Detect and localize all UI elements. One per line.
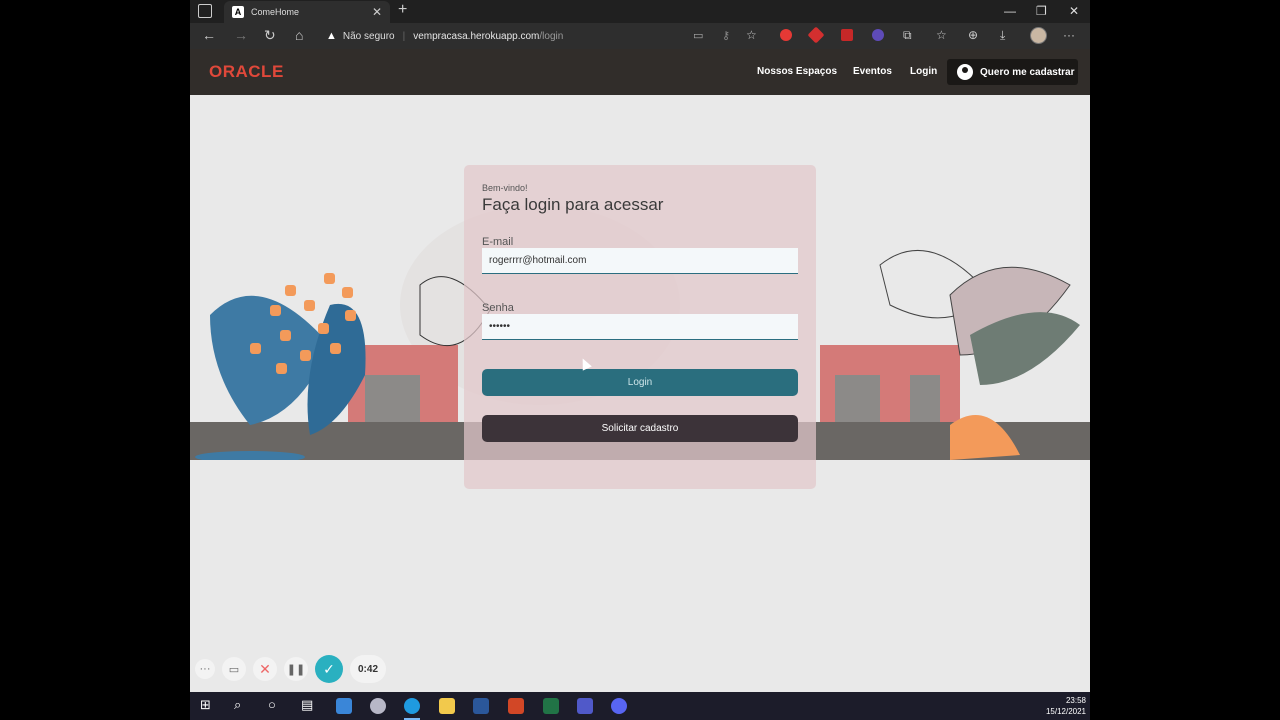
favorite-add-icon[interactable]: ☆ — [746, 28, 757, 42]
task-view-icon[interactable]: ▤ — [301, 697, 313, 713]
recorder-pause-button[interactable]: ❚❚ — [284, 657, 308, 681]
recorder-controls: ··· ▭ ✕ ❚❚ ✓ 0:42 — [195, 655, 386, 683]
taskbar-clock[interactable]: 23:58 15/12/2021 — [1046, 695, 1086, 717]
site-header: ORACLE Nossos Espaços Eventos Login Quer… — [190, 49, 1090, 95]
password-field[interactable]: •••••• — [482, 314, 798, 340]
tab-comehome[interactable]: A ComeHome ✕ — [224, 1, 390, 23]
extension-badge-icon[interactable] — [841, 29, 853, 41]
forward-icon[interactable]: → — [234, 27, 248, 43]
windows-start-icon[interactable]: ⊞ — [200, 697, 211, 713]
extensions-icon[interactable]: ⧉ — [903, 28, 912, 43]
favorites-icon[interactable]: ☆ — [936, 28, 947, 42]
discord-icon[interactable] — [611, 698, 627, 714]
signup-label: Quero me cadastrar — [980, 66, 1075, 78]
restore-button[interactable]: ❐ — [1036, 4, 1047, 18]
signup-button[interactable]: Quero me cadastrar — [947, 59, 1078, 85]
close-window-button[interactable]: ✕ — [1069, 4, 1079, 18]
word-icon[interactable] — [473, 698, 489, 714]
tab-title: ComeHome — [251, 7, 300, 17]
key-icon[interactable]: ⚷ — [722, 29, 730, 42]
downloads-icon[interactable]: ⤓ — [1000, 28, 1005, 43]
more-options-icon[interactable]: ··· — [1063, 28, 1075, 42]
url-host: vempracasa.herokuapp.com — [413, 30, 540, 42]
orange-dot — [250, 343, 261, 354]
taskbar-time: 23:58 — [1065, 696, 1086, 705]
browser-toolbar: ← → ↻ ⌂ ▲ Não seguro | vempracasa.heroku… — [190, 23, 1090, 49]
recorder-camera-button[interactable]: ▭ — [222, 657, 246, 681]
taskbar-date: 15/12/2021 — [1045, 707, 1086, 716]
leaf-orange-right — [950, 415, 1020, 460]
extension-red-icon[interactable] — [780, 29, 792, 41]
oracle-logo[interactable]: ORACLE — [209, 62, 284, 82]
orange-dot — [318, 323, 329, 334]
windows-taskbar: ⊞ ⌕ ○ ▤ 23:58 15/12/2021 — [190, 692, 1090, 720]
edge-icon[interactable] — [404, 698, 420, 714]
login-title: Faça login para acessar — [482, 195, 664, 214]
teams-icon[interactable] — [577, 698, 593, 714]
greeting-text: Bem-vindo! — [482, 183, 528, 193]
file-explorer-icon[interactable] — [439, 698, 455, 714]
email-field[interactable]: rogerrrr@hotmail.com — [482, 248, 798, 274]
profile-avatar[interactable] — [1030, 27, 1047, 44]
orange-dot — [324, 273, 335, 284]
nav-spaces-link[interactable]: Nossos Espaços — [757, 66, 837, 77]
minimize-button[interactable]: — — [1004, 4, 1016, 18]
home-icon[interactable]: ⌂ — [295, 27, 303, 43]
login-button[interactable]: Login — [482, 369, 798, 396]
extension-flag-icon[interactable] — [807, 26, 825, 44]
recorder-done-button[interactable]: ✓ — [315, 655, 343, 683]
orange-dot — [285, 285, 296, 296]
powerpoint-icon[interactable] — [508, 698, 524, 714]
user-icon — [957, 64, 973, 80]
orange-dot — [300, 350, 311, 361]
new-tab-button[interactable]: + — [398, 1, 407, 19]
store-icon[interactable] — [336, 698, 352, 714]
password-label: Senha — [482, 302, 514, 314]
search-icon[interactable]: ⌕ — [234, 697, 241, 713]
refresh-icon[interactable]: ↻ — [264, 27, 276, 44]
tab-strip: A ComeHome ✕ + — ❐ ✕ — [190, 0, 1090, 23]
security-label: Não seguro — [342, 30, 395, 42]
orange-dot — [280, 330, 291, 341]
tab-favicon-icon: A — [232, 6, 244, 18]
warning-icon: ▲ — [326, 30, 337, 42]
orange-dot — [304, 300, 315, 311]
excel-icon[interactable] — [543, 698, 559, 714]
tab-actions-icon[interactable] — [198, 4, 212, 18]
extension-purple-icon[interactable] — [872, 29, 884, 41]
orange-dot — [342, 287, 353, 298]
nav-events-link[interactable]: Eventos — [853, 66, 892, 77]
collections-icon[interactable]: ⊕ — [968, 28, 978, 42]
camera-site-icon[interactable]: ▭ — [693, 29, 703, 42]
recorder-cancel-button[interactable]: ✕ — [253, 657, 277, 681]
email-label: E-mail — [482, 236, 514, 248]
url-path: /login — [539, 30, 564, 42]
orange-dot — [345, 310, 356, 321]
orange-dot — [330, 343, 341, 354]
back-icon[interactable]: ← — [202, 27, 216, 43]
browser-window: A ComeHome ✕ + — ❐ ✕ ← → ↻ ⌂ ▲ Não segur… — [190, 0, 1090, 692]
orange-dot — [276, 363, 287, 374]
login-card: Bem-vindo! Faça login para acessar E-mai… — [464, 165, 816, 489]
address-separator: | — [402, 30, 406, 42]
paint-icon[interactable] — [370, 698, 386, 714]
cortana-icon[interactable]: ○ — [268, 697, 276, 712]
orange-dot — [270, 305, 281, 316]
nav-login-link[interactable]: Login — [910, 66, 937, 77]
recorder-timer: 0:42 — [350, 655, 386, 683]
recorder-more-button[interactable]: ··· — [195, 659, 215, 679]
register-button[interactable]: Solicitar cadastro — [482, 415, 798, 442]
close-tab-icon[interactable]: ✕ — [372, 5, 382, 19]
